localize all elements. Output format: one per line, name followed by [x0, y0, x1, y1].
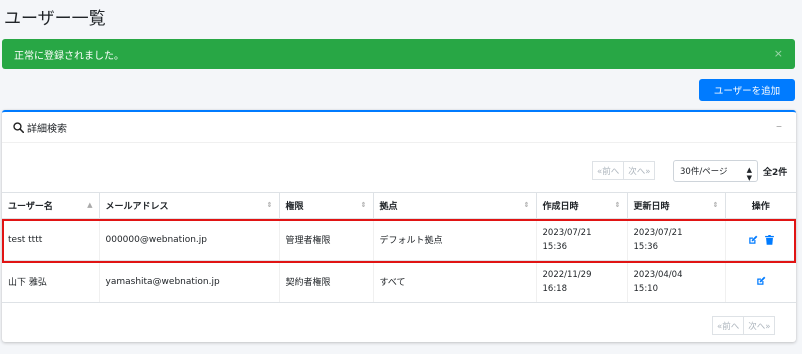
pagination-bottom: «前へ 次へ»	[712, 316, 776, 335]
edit-icon[interactable]	[748, 235, 758, 245]
close-icon[interactable]: ×	[774, 47, 783, 60]
cell-name: 山下 雅弘	[2, 260, 100, 303]
edit-icon[interactable]	[756, 276, 766, 286]
table-row: 山下 雅弘 yamashita@webnation.jp 契約者権限 すべて 2…	[2, 260, 796, 303]
column-header-updated[interactable]: 更新日時 ⇕	[627, 192, 726, 220]
column-header-base[interactable]: 拠点 ⇕	[373, 192, 537, 220]
column-header-role[interactable]: 権限 ⇕	[279, 192, 374, 220]
per-page-select[interactable]: 30件/ページ ▲ ▼	[673, 160, 758, 182]
search-icon	[13, 121, 24, 133]
cell-base: デフォルト拠点	[373, 218, 537, 261]
column-header-created[interactable]: 作成日時 ⇕	[536, 192, 628, 220]
sort-asc-icon: ▲	[87, 201, 93, 209]
pagination-top: «前へ 次へ»	[592, 161, 656, 180]
select-caret-icon: ▲ ▼	[746, 166, 752, 182]
prev-page-button[interactable]: «前へ	[592, 161, 625, 180]
success-alert: 正常に登録されました。 ×	[2, 39, 795, 69]
user-list-card: 詳細検索 – «前へ 次へ» 30件/ページ ▲ ▼ 全2件 ユーザー名 ▲ メール…	[2, 110, 796, 342]
alert-message: 正常に登録されました。	[14, 50, 124, 62]
cell-name: test tttt	[2, 218, 100, 261]
sort-icon: ⇕	[360, 201, 367, 209]
sort-icon: ⇕	[614, 201, 621, 209]
next-page-button[interactable]: 次へ»	[744, 316, 776, 335]
cell-base: すべて	[373, 260, 537, 303]
search-panel-header[interactable]: 詳細検索 –	[2, 112, 796, 143]
cell-email: yamashita@webnation.jp	[99, 260, 280, 303]
table-header-row: ユーザー名 ▲ メールアドレス ⇕ 権限 ⇕ 拠点 ⇕ 作成日時 ⇕ 更新日時 ⇕ 操作	[2, 192, 796, 220]
total-count: 全2件	[763, 168, 788, 178]
table-row: test tttt 000000@webnation.jp 管理者権限 デフォル…	[2, 218, 796, 261]
column-header-email[interactable]: メールアドレス ⇕	[99, 192, 280, 220]
per-page-value: 30件/ページ	[680, 167, 728, 177]
sort-icon: ⇕	[523, 201, 530, 209]
column-header-actions: 操作	[725, 192, 796, 220]
prev-page-button[interactable]: «前へ	[712, 316, 745, 335]
next-page-button[interactable]: 次へ»	[624, 161, 656, 180]
collapse-icon[interactable]: –	[776, 119, 782, 133]
page-title: ユーザー一覧	[4, 9, 106, 29]
cell-role: 管理者権限	[279, 218, 374, 261]
add-user-button[interactable]: ユーザーを追加	[699, 79, 795, 101]
trash-icon[interactable]	[764, 234, 774, 245]
cell-created: 2023/07/21 15:36	[536, 218, 628, 261]
user-table: ユーザー名 ▲ メールアドレス ⇕ 権限 ⇕ 拠点 ⇕ 作成日時 ⇕ 更新日時 ⇕ 操作 t…	[2, 192, 796, 303]
cell-actions	[725, 260, 796, 303]
cell-actions	[725, 218, 796, 261]
cell-created: 2022/11/29 16:18	[536, 260, 628, 303]
cell-updated: 2023/07/21 15:36	[627, 218, 726, 261]
cell-role: 契約者権限	[279, 260, 374, 303]
sort-icon: ⇕	[266, 201, 273, 209]
cell-email: 000000@webnation.jp	[99, 218, 280, 261]
column-header-name[interactable]: ユーザー名 ▲	[2, 192, 100, 220]
cell-updated: 2023/04/04 15:10	[627, 260, 726, 303]
sort-icon: ⇕	[712, 201, 719, 209]
search-panel-title: 詳細検索	[27, 123, 67, 135]
